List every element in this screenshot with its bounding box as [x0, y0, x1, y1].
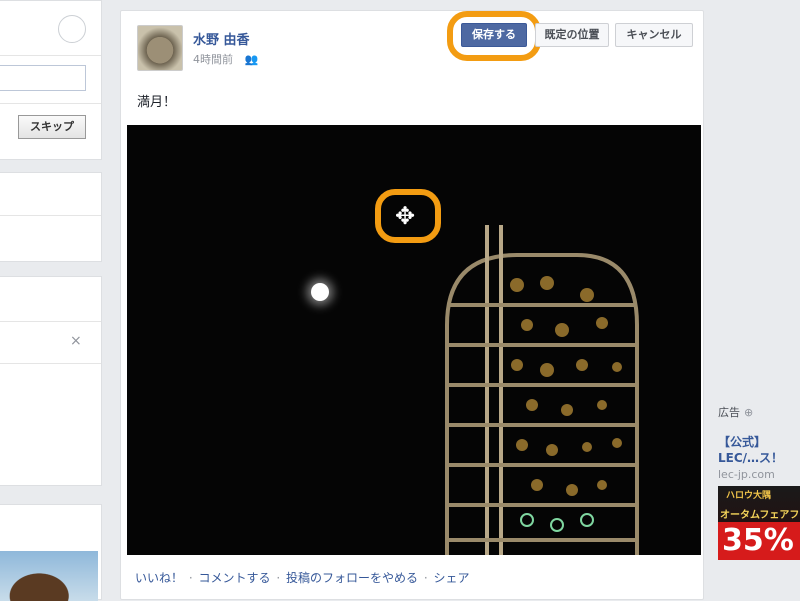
left-card — [0, 172, 102, 262]
ad-domain: lec-jp.com — [718, 468, 775, 481]
close-icon[interactable]: × — [70, 333, 82, 349]
ad-banner[interactable]: ハロウ大隅 オータムフェアフ 35% — [718, 486, 800, 560]
ad-banner-line: ハロウ大隅 — [726, 491, 772, 501]
post-meta: 4時間前 👥 — [193, 51, 258, 67]
moon — [311, 283, 329, 301]
ad-panel: 広告 ⊕ 【公式】LEC/…ス！ lec-jp.com ハロウ大隅 オータムフェア… — [718, 404, 800, 600]
like-link[interactable]: いいね！ — [135, 571, 183, 585]
post-card: 水野 由香 4時間前 👥 保存する 既定の位置 キャンセル 満月！ ✥ いいね！… — [120, 10, 704, 600]
skip-button[interactable]: スキップ — [18, 115, 86, 139]
highlight-ring — [447, 11, 541, 61]
default-position-button[interactable]: 既定の位置 — [535, 23, 609, 47]
unfollow-link[interactable]: 投稿のフォローをやめる — [286, 571, 418, 585]
share-link[interactable]: シェア — [434, 571, 470, 585]
divider — [0, 215, 101, 216]
left-card-suggestions: スキップ — [0, 0, 102, 160]
ad-banner-discount: 35% — [718, 522, 800, 560]
left-card-photo — [0, 504, 102, 601]
move-icon[interactable]: ✥ — [390, 201, 420, 231]
left-card: × — [0, 276, 102, 486]
author-name[interactable]: 水野 由香 — [193, 29, 250, 48]
avatar[interactable] — [137, 25, 183, 71]
bell-tower — [445, 225, 639, 555]
cancel-button[interactable]: キャンセル — [615, 23, 693, 47]
separator: · — [188, 571, 193, 585]
text-input[interactable] — [0, 65, 86, 91]
post-actions: いいね！ · コメントする · 投稿のフォローをやめる · シェア — [135, 569, 470, 586]
ad-info-icon[interactable]: ⊕ — [744, 406, 753, 419]
post-photo[interactable]: ✥ — [127, 125, 701, 555]
ad-banner-line: オータムフェアフ — [720, 510, 800, 521]
separator: · — [423, 571, 428, 585]
comment-link[interactable]: コメントする — [199, 571, 271, 585]
divider — [0, 321, 101, 322]
ad-label: 広告 ⊕ — [718, 404, 800, 420]
ad-label-text: 広告 — [718, 406, 740, 419]
ad-title[interactable]: 【公式】LEC/…ス！ — [718, 434, 800, 466]
divider — [0, 363, 101, 364]
avatar-placeholder — [58, 15, 86, 43]
left-column: スキップ × — [0, 0, 102, 601]
ad-banner-discount-text: 35% — [722, 523, 794, 558]
profile-photo-thumbnail[interactable] — [0, 551, 98, 601]
divider — [0, 103, 101, 104]
post-time[interactable]: 4時間前 — [193, 53, 233, 66]
post-status-text: 満月！ — [137, 95, 177, 110]
divider — [0, 55, 101, 56]
separator: · — [276, 571, 281, 585]
audience-icon[interactable]: 👥 — [245, 53, 259, 66]
